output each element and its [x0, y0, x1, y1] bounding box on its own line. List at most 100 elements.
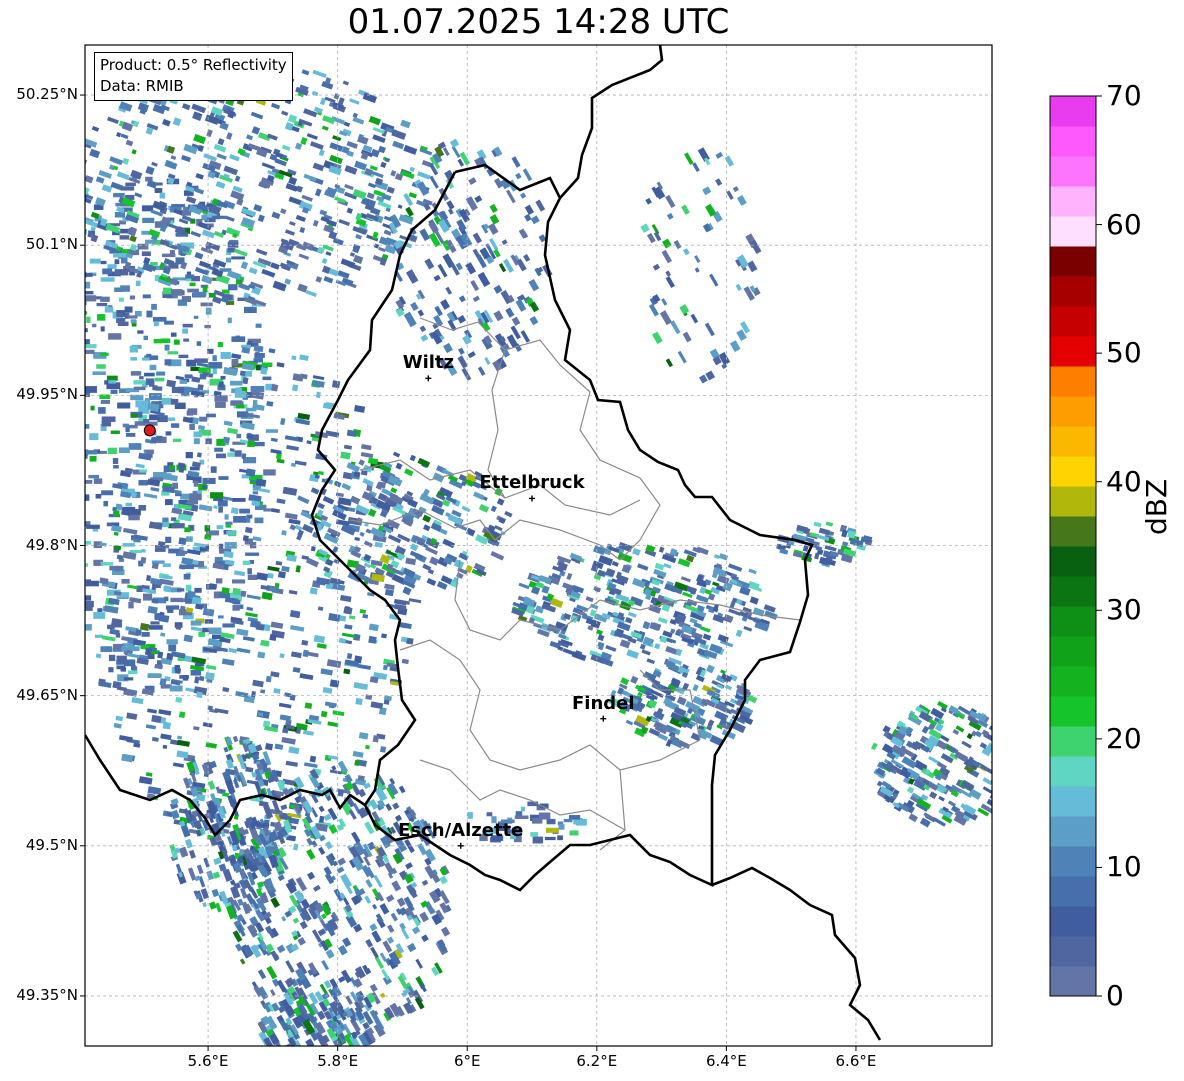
echo-cell: [144, 372, 155, 377]
echo-cell: [58, 315, 64, 321]
radar-site-marker: [143, 424, 156, 437]
echo-cell: [209, 492, 224, 499]
echo-cell: [100, 296, 110, 302]
echo-cell: [1007, 761, 1016, 768]
echo-cell: [45, 320, 49, 326]
echo-cell: [157, 540, 166, 549]
echo-cell: [51, 499, 62, 502]
echo-cell: [557, 835, 563, 841]
echo-cell: [171, 204, 186, 208]
echo-cell: [128, 514, 140, 521]
echo-cell: [171, 387, 185, 393]
echo-cell: [162, 287, 173, 295]
echo-cell: [57, 479, 63, 482]
colorbar-segment: [1050, 936, 1096, 967]
colorbar-tick-label: 50: [1106, 336, 1142, 370]
echo-cell: [157, 411, 165, 419]
echo-cell: [35, 356, 45, 362]
echo-cell: [212, 367, 217, 375]
echo-cell: [185, 274, 195, 279]
echo-cell: [379, 746, 387, 753]
colorbar-segment: [1050, 306, 1096, 337]
echo-cell: [400, 622, 407, 629]
echo-cell: [154, 188, 163, 193]
echo-cell: [54, 555, 65, 559]
colorbar-segment: [1050, 456, 1096, 487]
echo-cell: [486, 812, 493, 817]
data-source-label: Data: RMIB: [100, 77, 184, 95]
echo-cell: [92, 371, 106, 375]
echo-cell: [137, 243, 149, 250]
colorbar-segment: [1050, 486, 1096, 517]
lat-tick-label: 50.1°N: [25, 235, 78, 254]
echo-cell: [129, 549, 143, 554]
echo-cell: [74, 607, 79, 611]
echo-cell: [178, 711, 186, 719]
echo-cell: [129, 295, 136, 300]
echo-cell: [262, 376, 272, 381]
echo-cell: [253, 358, 263, 363]
echo-cell: [129, 345, 139, 353]
colorbar-tick-label: 10: [1106, 850, 1142, 884]
echo-cell: [198, 631, 206, 637]
echo-cell: [162, 563, 171, 568]
lat-tick-label: 49.65°N: [16, 685, 78, 704]
colorbar-tick-label: 20: [1106, 721, 1142, 755]
echo-cell: [172, 438, 182, 442]
echo-cell: [200, 302, 213, 307]
echo-cell: [116, 655, 127, 662]
echo-cell: [189, 466, 200, 471]
echo-cell: [130, 665, 136, 671]
echo-cell: [74, 559, 78, 565]
echo-cell: [217, 615, 224, 619]
echo-cell: [97, 608, 103, 613]
echo-cell: [153, 321, 159, 327]
echo-cell: [85, 450, 98, 455]
echo-cell: [309, 587, 318, 595]
echo-cell: [109, 565, 122, 571]
echo-cell: [199, 416, 208, 422]
echo-cell: [135, 400, 149, 408]
echo-cell: [170, 289, 183, 296]
echo-cell: [135, 629, 142, 636]
echo-cell: [232, 498, 246, 502]
echo-cell: [149, 364, 157, 371]
echo-cell: [1002, 775, 1008, 782]
echo-cell: [231, 358, 239, 366]
echo-cell: [569, 830, 579, 836]
echo-cell: [45, 336, 58, 340]
echo-cell: [277, 570, 286, 579]
echo-cell: [123, 677, 134, 681]
echo-cell: [187, 408, 198, 415]
echo-cell: [193, 438, 200, 445]
echo-cell: [234, 390, 246, 398]
echo-cell: [137, 330, 144, 334]
echo-cell: [220, 352, 231, 359]
echo-cell: [208, 627, 222, 635]
echo-cell: [78, 492, 85, 496]
echo-cell: [69, 255, 75, 258]
colorbar-segment: [1050, 846, 1096, 877]
echo-cell: [254, 352, 265, 358]
colorbar-segment: [1050, 636, 1096, 667]
echo-cell: [148, 381, 155, 387]
echo-cell: [184, 374, 193, 379]
echo-cell: [167, 351, 179, 355]
echo-cell: [169, 685, 183, 692]
echo-cell: [150, 437, 157, 444]
echo-cell: [186, 536, 193, 542]
echo-cell: [205, 438, 212, 445]
echo-cell: [355, 697, 363, 706]
echo-cell: [150, 621, 160, 625]
echo-cell: [86, 524, 100, 529]
echo-cell: [121, 186, 135, 191]
echo-cell: [217, 341, 223, 348]
echo-cell: [198, 367, 211, 373]
echo-cell: [180, 605, 186, 611]
echo-cell: [100, 400, 111, 404]
lon-tick-label: 6.4°E: [705, 1052, 747, 1070]
echo-cell: [532, 817, 543, 824]
echo-cell: [265, 742, 274, 751]
echo-cell: [76, 254, 81, 260]
echo-cell: [520, 806, 526, 812]
